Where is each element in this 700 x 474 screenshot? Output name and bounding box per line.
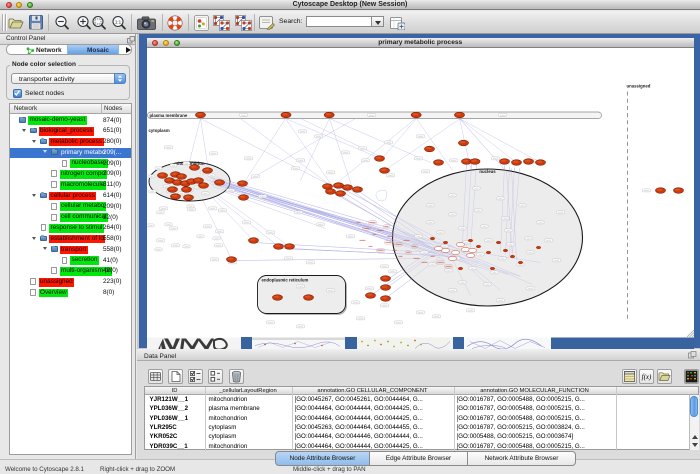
svg-text:f(x): f(x) xyxy=(641,373,651,381)
svg-text:cytoplasm: cytoplasm xyxy=(148,128,169,133)
svg-text:nucleus: nucleus xyxy=(479,169,496,174)
svg-text:endoplasmic reticulum: endoplasmic reticulum xyxy=(261,277,308,282)
svg-text:1:1: 1:1 xyxy=(115,19,122,24)
svg-text:unassigned: unassigned xyxy=(626,83,650,88)
svg-text:plasma membrane: plasma membrane xyxy=(149,113,187,118)
